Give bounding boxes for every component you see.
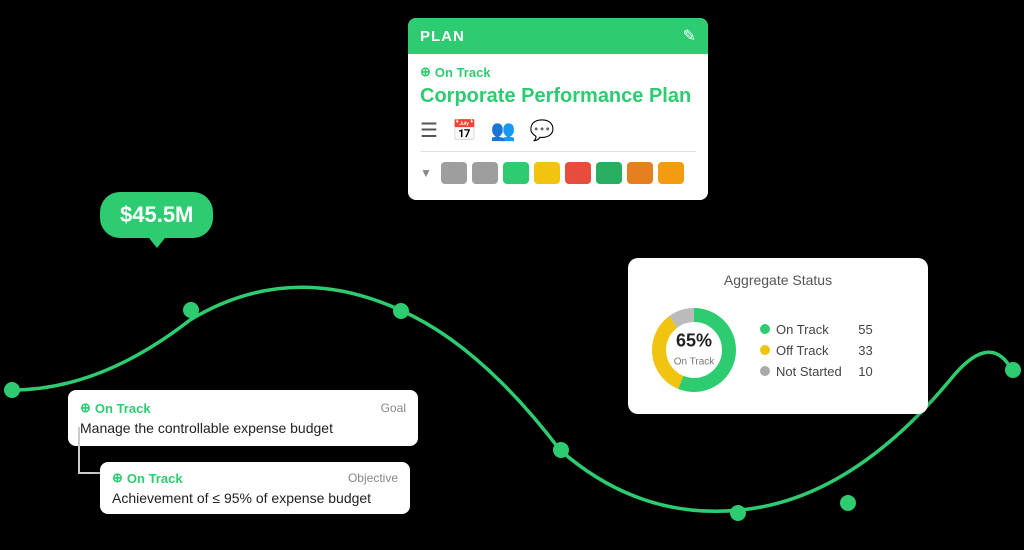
plan-card-body: ⊕ On Track Corporate Performance Plan ☰ … xyxy=(408,54,708,200)
timeline-node-4 xyxy=(553,442,569,458)
legend-count-on-track: 55 xyxy=(848,322,873,337)
objective-status-badge: ⊕ On Track xyxy=(112,470,183,486)
plan-card-name: Corporate Performance Plan xyxy=(420,84,696,108)
aggregate-content: 65% On Track On Track 55 Off Track 33 No… xyxy=(644,300,912,400)
goal-status-badge: ⊕ On Track xyxy=(80,400,151,416)
legend-dot-not-started xyxy=(760,366,770,376)
goal-card-header: ⊕ On Track Goal xyxy=(80,400,406,416)
plan-card-title: PLAN xyxy=(420,28,465,45)
on-track-label: On Track xyxy=(435,65,491,80)
plan-card-header: PLAN ✎ xyxy=(408,18,708,54)
timeline-node-1 xyxy=(4,382,20,398)
legend-item-off-track: Off Track 33 xyxy=(760,343,873,358)
legend-item-on-track: On Track 55 xyxy=(760,322,873,337)
legend-count-not-started: 10 xyxy=(848,364,873,379)
edit-icon[interactable]: ✎ xyxy=(683,26,696,46)
timeline-node-7 xyxy=(1005,362,1021,378)
plan-card-toolbar: ☰ 📅 👥 💬 xyxy=(420,118,696,143)
objective-connector-horizontal xyxy=(78,472,100,474)
donut-percent: 65% xyxy=(674,331,715,352)
objective-type-label: Objective xyxy=(348,471,398,485)
color-option-green[interactable] xyxy=(503,162,529,184)
legend-label-not-started: Not Started xyxy=(776,364,842,379)
color-option-gray1[interactable] xyxy=(441,162,467,184)
objective-description: Achievement of ≤ 95% of expense budget xyxy=(112,490,398,506)
color-option-orange[interactable] xyxy=(627,162,653,184)
timeline-node-5 xyxy=(730,505,746,521)
goal-card: ⊕ On Track Goal Manage the controllable … xyxy=(68,390,418,446)
team-icon[interactable]: 👥 xyxy=(491,118,516,143)
color-option-amber[interactable] xyxy=(658,162,684,184)
objective-connector-vertical xyxy=(78,427,80,473)
donut-label: On Track xyxy=(674,357,715,368)
legend-label-on-track: On Track xyxy=(776,322,829,337)
goal-type-label: Goal xyxy=(381,401,406,415)
goal-status-label: On Track xyxy=(95,401,151,416)
aggregate-status-card: Aggregate Status 65% On Track xyxy=(628,258,928,414)
legend-item-not-started: Not Started 10 xyxy=(760,364,873,379)
calendar-icon[interactable]: 📅 xyxy=(452,118,477,143)
money-bubble: $45.5M xyxy=(100,192,213,238)
timeline-node-3 xyxy=(393,303,409,319)
color-option-dark-green[interactable] xyxy=(596,162,622,184)
on-track-icon: ⊕ xyxy=(420,64,431,80)
objective-status-icon: ⊕ xyxy=(112,470,123,486)
divider xyxy=(420,151,696,152)
plan-on-track-status: ⊕ On Track xyxy=(420,64,696,80)
legend-label-off-track: Off Track xyxy=(776,343,829,358)
donut-center: 65% On Track xyxy=(674,331,715,370)
money-value: $45.5M xyxy=(120,202,193,227)
dropdown-arrow-icon: ▼ xyxy=(420,166,432,180)
color-option-red[interactable] xyxy=(565,162,591,184)
color-option-gray2[interactable] xyxy=(472,162,498,184)
color-picker[interactable]: ▼ xyxy=(420,158,696,188)
aggregate-legend: On Track 55 Off Track 33 Not Started 10 xyxy=(760,322,873,379)
legend-count-off-track: 33 xyxy=(848,343,873,358)
goal-description: Manage the controllable expense budget xyxy=(80,420,406,436)
goal-status-icon: ⊕ xyxy=(80,400,91,416)
objective-card-header: ⊕ On Track Objective xyxy=(112,470,398,486)
objective-status-label: On Track xyxy=(127,471,183,486)
timeline-node-2 xyxy=(183,302,199,318)
timeline-node-6 xyxy=(840,495,856,511)
aggregate-title: Aggregate Status xyxy=(644,272,912,288)
plan-card: PLAN ✎ ⊕ On Track Corporate Performance … xyxy=(408,18,708,200)
donut-chart: 65% On Track xyxy=(644,300,744,400)
color-option-yellow[interactable] xyxy=(534,162,560,184)
legend-dot-off-track xyxy=(760,345,770,355)
objective-card: ⊕ On Track Objective Achievement of ≤ 95… xyxy=(100,462,410,514)
comment-icon[interactable]: 💬 xyxy=(530,118,555,143)
legend-dot-on-track xyxy=(760,324,770,334)
list-icon[interactable]: ☰ xyxy=(420,118,438,143)
